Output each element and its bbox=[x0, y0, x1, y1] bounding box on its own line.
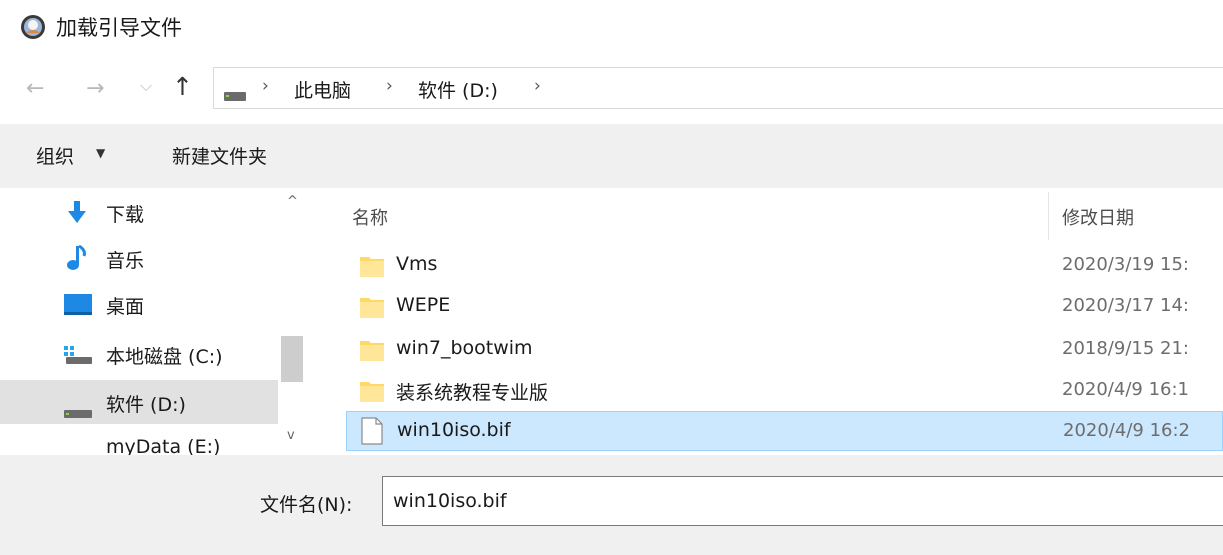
breadcrumb-separator: › bbox=[386, 76, 393, 96]
filename-bar: 文件名(N): bbox=[0, 455, 1223, 555]
file-row-selected[interactable]: win10iso.bif 2020/4/9 16:2 bbox=[346, 411, 1223, 451]
window-title: 加载引导文件 bbox=[56, 16, 182, 40]
file-row[interactable]: Vms 2020/3/19 15: bbox=[346, 246, 1223, 286]
navigation-scrollbar[interactable]: ^ v bbox=[278, 188, 306, 455]
sidebar-item-drive-e[interactable]: myData (E:) bbox=[0, 426, 278, 455]
breadcrumb-separator: › bbox=[262, 76, 269, 96]
file-name: win7_bootwim bbox=[396, 337, 533, 359]
file-icon bbox=[361, 417, 383, 445]
sidebar-item-label: myData (E:) bbox=[106, 436, 221, 455]
file-date: 2020/4/9 16:1 bbox=[1062, 379, 1189, 400]
sidebar-item-drive-d[interactable]: 软件 (D:) bbox=[0, 380, 278, 424]
desktop-icon bbox=[64, 294, 92, 320]
download-icon bbox=[64, 199, 90, 229]
file-list: ^ 名称 修改日期 Vms 2020/3/19 15: WEPE 2020/3/… bbox=[318, 188, 1223, 455]
file-name: Vms bbox=[396, 253, 438, 275]
organize-button[interactable]: 组织 bbox=[36, 142, 74, 169]
filename-input[interactable] bbox=[382, 476, 1223, 526]
scrollbar-thumb[interactable] bbox=[281, 336, 303, 382]
up-button[interactable]: ↑ bbox=[172, 72, 193, 101]
file-row[interactable]: win7_bootwim 2018/9/15 21: bbox=[346, 330, 1223, 370]
local-disk-icon bbox=[64, 346, 92, 368]
drive-icon bbox=[224, 86, 246, 101]
sidebar-item-music[interactable]: 音乐 bbox=[0, 236, 278, 280]
sidebar-item-label: 桌面 bbox=[106, 296, 145, 318]
drive-icon bbox=[64, 403, 92, 422]
filename-label: 文件名(N): bbox=[260, 494, 353, 516]
file-date: 2020/3/17 14: bbox=[1062, 295, 1189, 316]
file-date: 2018/9/15 21: bbox=[1062, 338, 1189, 359]
sidebar-item-label: 音乐 bbox=[106, 250, 145, 272]
navigation-pane: 下载 音乐 桌面 本地磁盘 (C:) 软件 (D:) myData (E:) ^… bbox=[0, 188, 318, 455]
scroll-up-icon[interactable]: ^ bbox=[287, 194, 298, 209]
sidebar-item-label: 软件 (D:) bbox=[106, 394, 186, 416]
scroll-down-icon[interactable]: v bbox=[287, 428, 295, 443]
column-divider[interactable] bbox=[1048, 192, 1049, 240]
command-toolbar: 组织 ▼ 新建文件夹 bbox=[0, 124, 1223, 188]
title-bar: 加载引导文件 bbox=[0, 0, 1223, 52]
recent-locations-chevron-icon[interactable]: ⌵ bbox=[140, 76, 152, 96]
file-row[interactable]: WEPE 2020/3/17 14: bbox=[346, 287, 1223, 327]
folder-icon bbox=[360, 296, 384, 318]
sidebar-item-desktop[interactable]: 桌面 bbox=[0, 282, 278, 326]
sidebar-item-local-disk-c[interactable]: 本地磁盘 (C:) bbox=[0, 332, 278, 376]
sidebar-item-downloads[interactable]: 下载 bbox=[0, 190, 278, 234]
sidebar-item-label: 下载 bbox=[106, 204, 145, 226]
file-date: 2020/4/9 16:2 bbox=[1063, 420, 1190, 441]
file-name: 装系统教程专业版 bbox=[396, 382, 549, 404]
breadcrumb-drive-d[interactable]: 软件 (D:) bbox=[418, 76, 498, 103]
folder-icon bbox=[360, 339, 384, 361]
dropdown-arrow-icon[interactable]: ▼ bbox=[96, 146, 105, 160]
folder-icon bbox=[360, 255, 384, 277]
music-icon bbox=[64, 244, 90, 276]
sidebar-item-label: 本地磁盘 (C:) bbox=[106, 346, 223, 368]
file-name: win10iso.bif bbox=[397, 419, 511, 441]
breadcrumb-separator[interactable]: › bbox=[534, 76, 541, 96]
file-row[interactable]: 装系统教程专业版 2020/4/9 16:1 bbox=[346, 371, 1223, 411]
file-name: WEPE bbox=[396, 294, 451, 316]
file-date: 2020/3/19 15: bbox=[1062, 254, 1189, 275]
forward-button[interactable]: → bbox=[86, 76, 104, 101]
column-header-name[interactable]: 名称 bbox=[352, 204, 388, 230]
column-header-date[interactable]: 修改日期 bbox=[1062, 204, 1134, 230]
back-button[interactable]: ← bbox=[26, 76, 44, 101]
breadcrumb-this-pc[interactable]: 此电脑 bbox=[294, 76, 351, 103]
app-icon bbox=[20, 14, 46, 40]
address-bar[interactable]: › 此电脑 › 软件 (D:) › bbox=[213, 67, 1223, 109]
folder-icon bbox=[360, 380, 384, 402]
new-folder-button[interactable]: 新建文件夹 bbox=[172, 142, 267, 169]
sort-ascending-icon: ^ bbox=[686, 188, 700, 199]
